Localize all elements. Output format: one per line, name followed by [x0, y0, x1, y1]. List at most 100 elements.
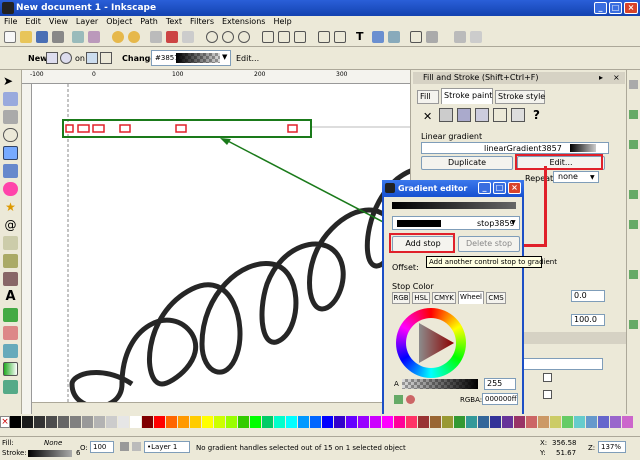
palette-swatch[interactable]	[226, 416, 238, 428]
palette-swatch[interactable]	[550, 416, 562, 428]
zoom-selection-icon[interactable]	[206, 31, 218, 43]
snap-center-icon[interactable]	[629, 220, 638, 229]
ungroup-icon[interactable]	[334, 31, 346, 43]
palette-swatch[interactable]	[334, 416, 346, 428]
drawing-canvas[interactable]	[32, 84, 410, 402]
transform-icon[interactable]	[410, 31, 422, 43]
gradient-stop-handles[interactable]	[65, 124, 298, 133]
selector-tool-icon[interactable]: ➤	[3, 74, 18, 88]
snap-page-icon[interactable]	[629, 320, 638, 329]
zoom-drawing-icon[interactable]	[222, 31, 234, 43]
unset-paint-icon[interactable]: ?	[533, 108, 540, 122]
save-icon[interactable]	[36, 31, 48, 43]
opacity-field[interactable]: 100	[90, 441, 114, 453]
menu-path[interactable]: Path	[136, 16, 162, 28]
tweak-tool-icon[interactable]	[3, 110, 18, 124]
close-button[interactable]: ×	[624, 2, 638, 14]
layer-visibility-icon[interactable]	[120, 442, 129, 451]
layer-lock-icon[interactable]	[132, 442, 141, 451]
palette-swatch[interactable]	[94, 416, 106, 428]
gradient-list-select[interactable]: linearGradient3857	[421, 142, 609, 154]
palette-swatch[interactable]	[274, 416, 286, 428]
palette-swatch[interactable]	[286, 416, 298, 428]
palette-swatch[interactable]	[22, 416, 34, 428]
pencil-tool-icon[interactable]	[3, 236, 18, 250]
blur-value-field[interactable]: 0.0	[571, 290, 605, 302]
node-tool-icon[interactable]	[3, 92, 18, 106]
tab-rgb[interactable]: RGB	[392, 292, 410, 304]
preferences-icon[interactable]	[454, 31, 466, 43]
palette-swatch[interactable]	[310, 416, 322, 428]
snap-nodes-icon[interactable]	[629, 140, 638, 149]
linear-gradient-icon[interactable]	[457, 108, 471, 122]
zoom-tool-icon[interactable]	[3, 128, 18, 142]
dialog-minimize-button[interactable]: _	[478, 182, 491, 194]
redo-icon[interactable]	[128, 31, 140, 43]
menu-object[interactable]: Object	[102, 16, 136, 28]
flat-color-icon[interactable]	[439, 108, 453, 122]
palette-swatch[interactable]	[178, 416, 190, 428]
palette-swatch[interactable]	[262, 416, 274, 428]
undo-icon[interactable]	[112, 31, 124, 43]
palette-swatch[interactable]	[34, 416, 46, 428]
tab-fill[interactable]: Fill	[417, 90, 439, 104]
snap-guide-icon[interactable]	[629, 270, 638, 279]
no-color-swatch[interactable]: ×	[0, 416, 10, 428]
palette-swatch[interactable]	[394, 416, 406, 428]
cut-icon[interactable]	[166, 31, 178, 43]
palette-swatch[interactable]	[142, 416, 154, 428]
palette-swatch[interactable]	[166, 416, 178, 428]
dropper-tool-icon[interactable]	[3, 380, 18, 394]
maximize-button[interactable]: □	[609, 2, 622, 14]
tab-stroke-paint[interactable]: Stroke paint	[441, 88, 493, 104]
palette-swatch[interactable]	[118, 416, 130, 428]
stop-select[interactable]: stop3859 ▼	[392, 216, 520, 230]
eraser-tool-icon[interactable]	[3, 326, 18, 340]
palette-swatch[interactable]	[430, 416, 442, 428]
open-icon[interactable]	[20, 31, 32, 43]
spiral-path[interactable]	[69, 168, 410, 402]
layer-select[interactable]: •Layer 1	[144, 441, 190, 453]
palette-swatch[interactable]	[562, 416, 574, 428]
snap-bbox-icon[interactable]	[629, 110, 638, 119]
palette-swatch[interactable]	[130, 416, 142, 428]
ellipse-tool-icon[interactable]	[3, 182, 18, 196]
print-icon[interactable]	[52, 31, 64, 43]
palette-swatch[interactable]	[238, 416, 250, 428]
palette-swatch[interactable]	[526, 416, 538, 428]
spiral-tool-icon[interactable]: @	[3, 218, 18, 232]
swatch-icon[interactable]	[511, 108, 525, 122]
pattern-icon[interactable]	[493, 108, 507, 122]
palette-swatch[interactable]	[442, 416, 454, 428]
3d-box-tool-icon[interactable]	[3, 164, 18, 178]
palette-swatch[interactable]	[466, 416, 478, 428]
rgba-field[interactable]: 000000ff	[482, 393, 518, 405]
palette-swatch[interactable]	[454, 416, 466, 428]
menu-file[interactable]: File	[0, 16, 21, 28]
export-icon[interactable]	[88, 31, 100, 43]
palette-swatch[interactable]	[46, 416, 58, 428]
clone-icon[interactable]	[278, 31, 290, 43]
palette-swatch[interactable]	[358, 416, 370, 428]
new-document-icon[interactable]	[4, 31, 16, 43]
radial-gradient-icon[interactable]	[475, 108, 489, 122]
palette-swatch[interactable]	[190, 416, 202, 428]
tab-wheel[interactable]: Wheel	[458, 291, 484, 304]
unlink-clone-icon[interactable]	[294, 31, 306, 43]
color-wheel[interactable]	[396, 308, 466, 378]
dialog-maximize-button[interactable]: □	[493, 182, 506, 194]
calligraphy-tool-icon[interactable]	[3, 272, 18, 286]
tab-stroke-style[interactable]: Stroke style	[495, 90, 545, 104]
fill-target-icon[interactable]	[86, 52, 98, 64]
dock-checkbox[interactable]	[543, 373, 552, 382]
palette-swatch[interactable]	[514, 416, 526, 428]
color-triangle[interactable]	[406, 318, 456, 368]
align-icon[interactable]	[388, 31, 400, 43]
menu-layer[interactable]: Layer	[72, 16, 102, 28]
alpha-slider[interactable]	[402, 379, 478, 389]
stroke-target-icon[interactable]	[100, 52, 112, 64]
palette-swatch[interactable]	[490, 416, 502, 428]
dialog-close-button[interactable]: ×	[508, 182, 521, 194]
text-tool-icon-2[interactable]: A	[3, 290, 18, 304]
edit-gradient-link[interactable]: Edit...	[236, 54, 259, 63]
